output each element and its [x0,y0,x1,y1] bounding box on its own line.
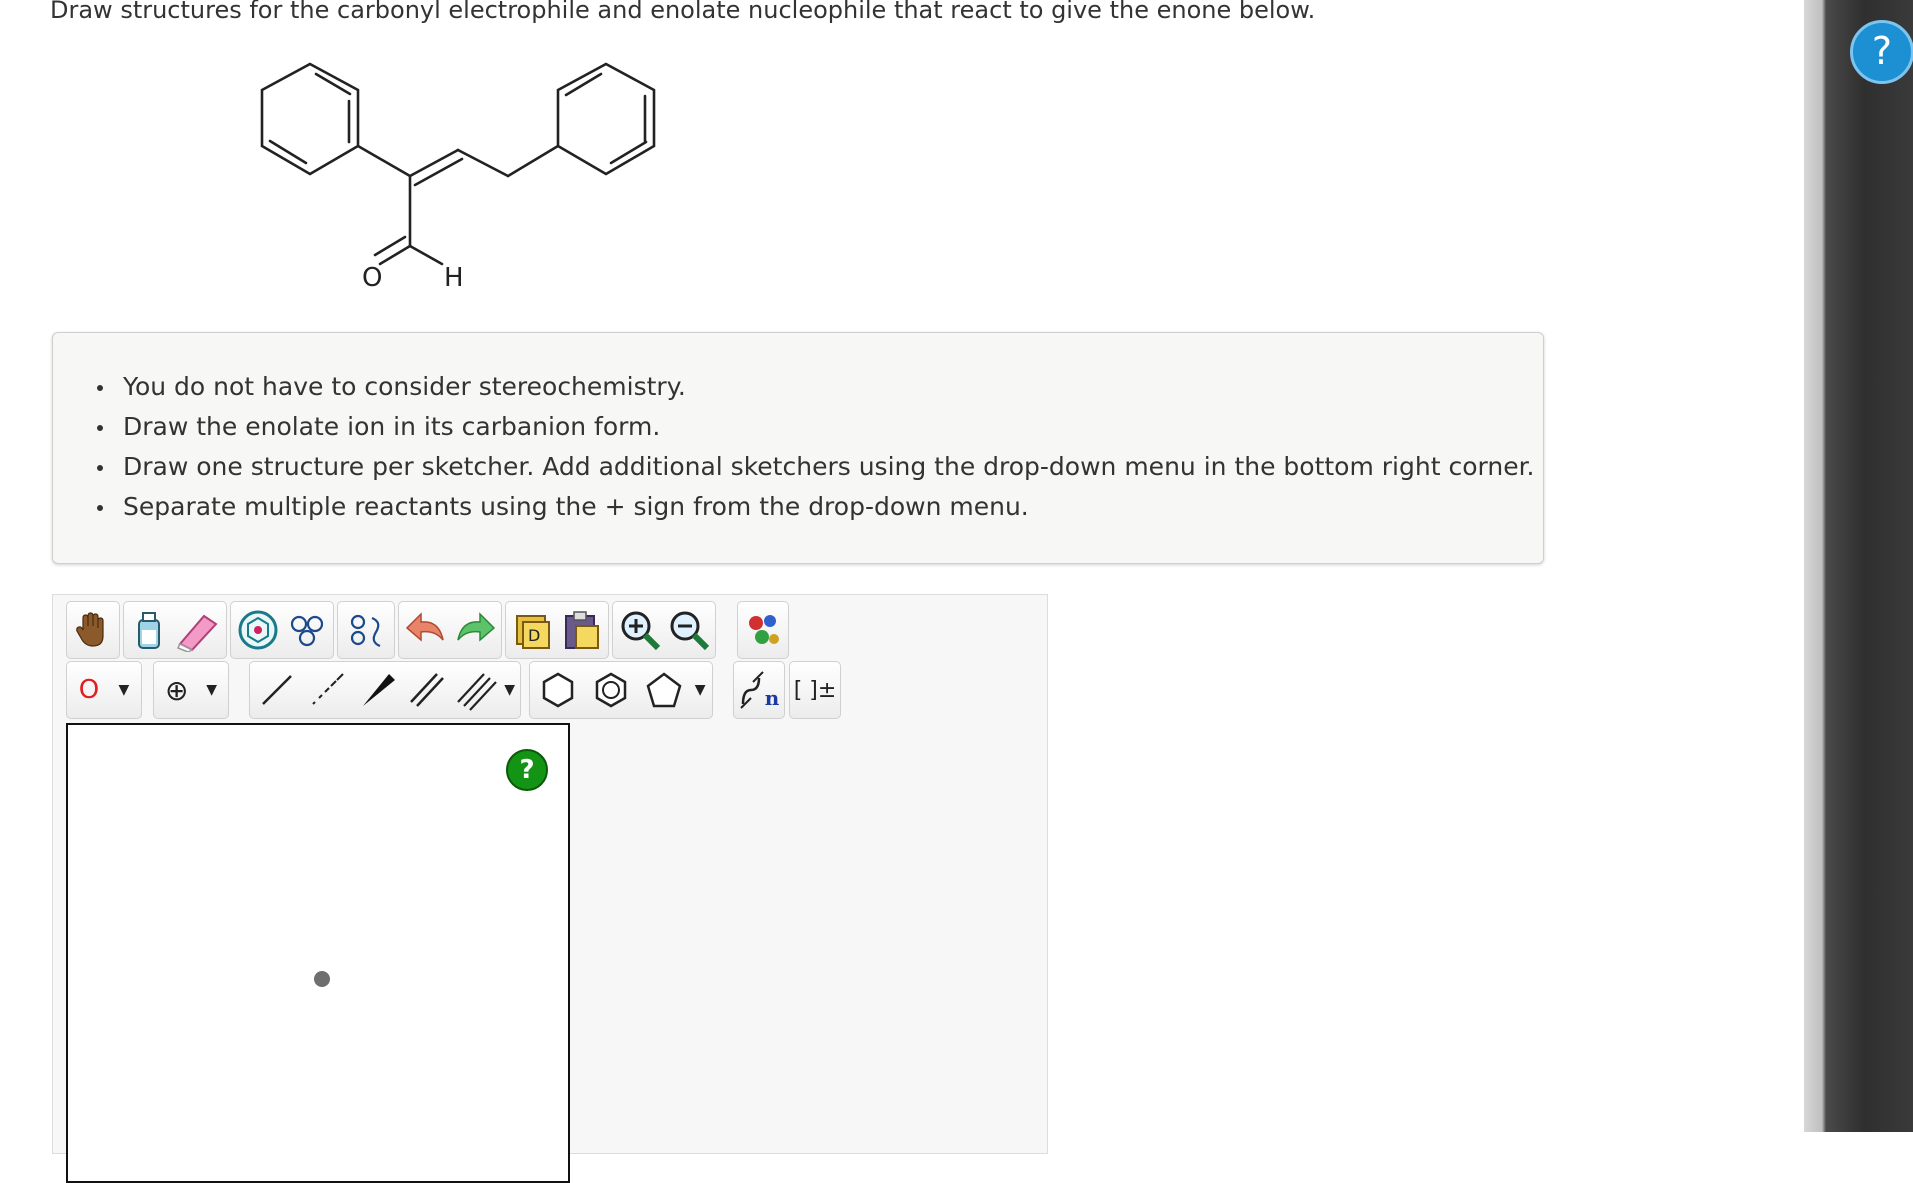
undo-icon[interactable] [403,610,449,650]
erase-all-icon[interactable] [129,608,169,652]
color-atoms-icon [749,615,779,644]
instruction-item: Draw the enolate ion in its carbanion fo… [97,407,1535,447]
paste-icon[interactable] [560,608,604,652]
cyclohexane-icon[interactable] [536,668,580,712]
clean-2d-icon[interactable] [285,608,329,652]
sgroup-button[interactable]: n [733,661,785,719]
chevron-down-icon: ▼ [118,682,130,698]
bracket-button[interactable]: [ ]± [789,661,841,719]
instruction-item: Draw one structure per sketcher. Add add… [97,447,1535,487]
single-bond-icon[interactable] [255,668,299,712]
bond-tools-group: ▼ [249,661,521,719]
bracket-icon: [ ]± [793,677,837,703]
charge-selector-value: ⊕ [164,673,189,707]
charge-selector[interactable]: ⊕ ▼ [153,661,229,719]
svg-text:D: D [528,626,540,645]
canvas-help-button[interactable]: ? [506,749,548,791]
oxygen-label: O [362,263,382,293]
instruction-item: Separate multiple reactants using the + … [97,487,1535,527]
redo-icon[interactable] [452,610,498,650]
hydrogen-label: H [444,263,464,293]
zoom-out-icon[interactable] [667,608,711,652]
color-atoms-button[interactable] [737,601,789,659]
hand-move-button[interactable] [66,601,120,659]
chevron-down-icon[interactable]: ▼ [504,682,515,698]
clipboard-tools-group: D [505,601,609,659]
ring-tools-group: ▼ [529,661,713,719]
ring-template-icon[interactable] [236,608,280,652]
benzene-icon[interactable] [589,668,633,712]
instructions-list: You do not have to consider stereochemis… [97,367,1535,527]
erase-tools-group [123,601,227,659]
left-benzene-ring [260,62,360,176]
clean-3d-button[interactable] [337,601,395,659]
sgroup-label: n [764,686,780,710]
chevron-down-icon: ▼ [206,682,218,698]
help-button[interactable]: ? [1850,20,1913,84]
chevron-down-icon[interactable]: ▼ [695,682,706,698]
cyclopentane-icon[interactable] [642,668,686,712]
double-bond-icon[interactable] [405,668,449,712]
triple-bond-icon[interactable] [454,668,498,712]
instructions-box: You do not have to consider stereochemis… [52,332,1544,564]
atom-selector[interactable]: O ▼ [66,661,142,719]
structure-sketcher: D O ▼ ⊕ ▼ ▼ ▼ n []± ? [52,594,1048,1183]
template-tools-group [230,601,334,659]
instruction-item: You do not have to consider stereochemis… [97,367,1535,407]
question-prompt: Draw structures for the carbonyl electro… [50,0,1316,24]
sgroup-icon: n [739,670,780,710]
zoom-tools-group [612,601,716,659]
history-tools-group [398,601,502,659]
clean-3d-icon [350,614,381,648]
hash-bond-icon[interactable] [305,668,349,712]
enone-structure: O H [260,62,656,293]
atom-selector-value: O [78,675,100,705]
side-panel [1804,0,1913,1132]
drawing-canvas[interactable]: ? [66,723,570,1183]
zoom-in-icon[interactable] [618,608,662,652]
right-benzene-ring [556,62,656,176]
copy-icon[interactable]: D [511,608,555,652]
wedge-bond-icon[interactable] [355,668,399,712]
canvas-cursor-dot [314,971,330,987]
eraser-icon[interactable] [174,608,222,652]
hand-move-icon [76,612,104,647]
